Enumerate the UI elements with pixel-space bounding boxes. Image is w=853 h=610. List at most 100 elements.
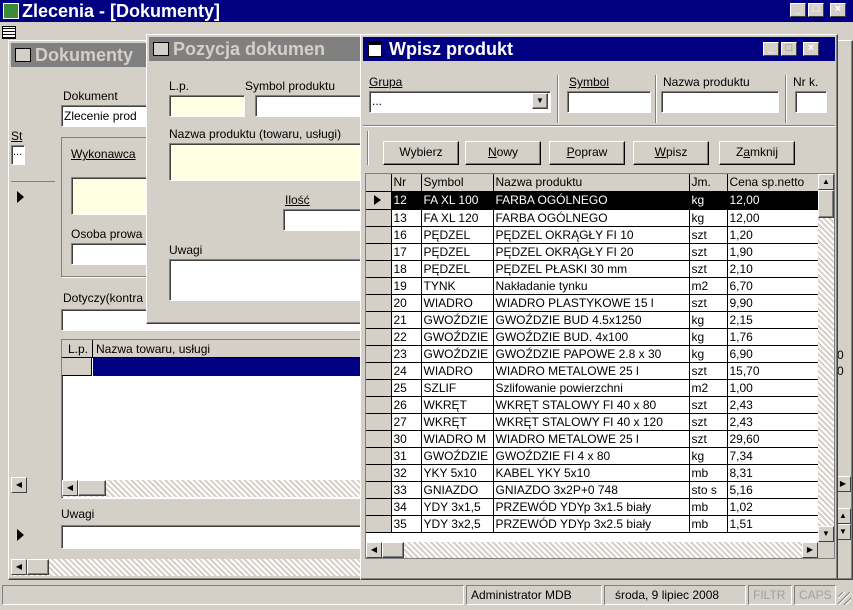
cell-jm[interactable]: m2 xyxy=(689,379,728,397)
cell-nr[interactable]: 27 xyxy=(391,413,422,431)
grupa-dropdown[interactable]: ... ▼ xyxy=(369,91,551,113)
cell-symbol[interactable]: PĘDZEL xyxy=(421,226,494,244)
cell-cena[interactable]: 12,00 xyxy=(727,191,819,210)
cell-jm[interactable]: szt xyxy=(689,226,728,244)
scroll-thumb[interactable] xyxy=(382,542,404,558)
cell-jm[interactable]: kg xyxy=(689,311,728,329)
row-selector[interactable] xyxy=(366,260,392,278)
minimize-button[interactable]: _ xyxy=(790,3,806,17)
cell-jm[interactable]: szt xyxy=(689,243,728,261)
cell-nazwa[interactable]: GNIAZDO 3x2P+0 748 xyxy=(493,481,690,499)
cell-cena[interactable]: 2,43 xyxy=(727,413,819,431)
cell-nr[interactable]: 13 xyxy=(391,209,422,227)
cell-jm[interactable]: kg xyxy=(689,209,728,227)
row-selector[interactable] xyxy=(366,226,392,244)
wybierz-button[interactable]: Wybierz xyxy=(383,141,459,165)
cell-nazwa[interactable]: GWOŹDZIE BUD. 4x100 xyxy=(493,328,690,346)
row-selector[interactable] xyxy=(366,396,392,414)
pozycja-ilosc-field[interactable] xyxy=(283,209,365,231)
scroll-up-icon[interactable]: ▲ xyxy=(818,174,834,190)
row-selector[interactable] xyxy=(366,515,392,533)
cell-cena[interactable]: 29,60 xyxy=(727,430,819,448)
cell-symbol[interactable]: TYNK xyxy=(421,277,494,295)
cell-jm[interactable]: szt xyxy=(689,362,728,380)
cell-jm[interactable]: mb xyxy=(689,464,728,482)
nazwa-search-field[interactable] xyxy=(661,91,779,113)
table-row[interactable]: 30 WIADRO M WIADRO METALOWE 25 l szt 29,60 xyxy=(366,430,819,448)
pozycja-lp-field[interactable] xyxy=(169,95,245,117)
table-row[interactable]: 31 GWOŹDZIE GWOŹDZIE FI 4 x 80 kg 7,34 xyxy=(366,447,819,465)
table-row[interactable]: 23 GWOŹDZIE GWOŹDZIE PAPOWE 2.8 x 30 kg 6,90 xyxy=(366,345,819,363)
cell-symbol[interactable]: GWOŹDZIE xyxy=(421,447,494,465)
items-grid-new-row[interactable] xyxy=(93,358,360,376)
cell-nr[interactable]: 30 xyxy=(391,430,422,448)
cell-nazwa[interactable]: PĘDZEL PŁASKI 30 mm xyxy=(493,260,690,278)
scroll-thumb[interactable] xyxy=(818,190,834,218)
cell-nazwa[interactable]: GWOŹDZIE PAPOWE 2.8 x 30 xyxy=(493,345,690,363)
row-selector[interactable] xyxy=(366,413,392,431)
row-selector[interactable] xyxy=(366,430,392,448)
cell-jm[interactable]: kg xyxy=(689,328,728,346)
cell-symbol[interactable]: FA XL 100 xyxy=(421,191,494,210)
cell-nr[interactable]: 34 xyxy=(391,498,422,516)
row-selector[interactable] xyxy=(366,328,392,346)
cell-nazwa[interactable]: WIADRO PLASTYKOWE 15 l xyxy=(493,294,690,312)
cell-symbol[interactable]: YDY 3x2,5 xyxy=(421,515,494,533)
cell-symbol[interactable]: WKRĘT xyxy=(421,396,494,414)
cell-nazwa[interactable]: FARBA OGÓLNEGO xyxy=(493,209,690,227)
cell-symbol[interactable]: GWOŹDZIE xyxy=(421,311,494,329)
pozycja-nazwa-field[interactable] xyxy=(169,143,365,181)
cell-nr[interactable]: 20 xyxy=(391,294,422,312)
cell-nr[interactable]: 32 xyxy=(391,464,422,482)
cell-cena[interactable]: 5,16 xyxy=(727,481,819,499)
row-selector[interactable] xyxy=(366,311,392,329)
row-selector[interactable] xyxy=(366,191,392,210)
popraw-button[interactable]: Popraw xyxy=(549,141,625,165)
cell-nazwa[interactable]: FARBA OGÓLNEGO xyxy=(493,191,690,210)
cell-cena[interactable]: 15,70 xyxy=(727,362,819,380)
cell-nazwa[interactable]: KABEL YKY 5x10 xyxy=(493,464,690,482)
cell-cena[interactable]: 6,70 xyxy=(727,277,819,295)
nrk-search-field[interactable] xyxy=(795,91,827,113)
cell-jm[interactable]: kg xyxy=(689,447,728,465)
cell-nazwa[interactable]: Szlifowanie powierzchni xyxy=(493,379,690,397)
col-header-cena[interactable]: Cena sp.netto xyxy=(727,174,819,192)
table-row[interactable]: 24 WIADRO WIADRO METALOWE 25 l szt 15,70 xyxy=(366,362,819,380)
cell-jm[interactable]: szt xyxy=(689,294,728,312)
scroll-left-icon[interactable]: ◀ xyxy=(11,477,27,493)
cell-cena[interactable]: 1,76 xyxy=(727,328,819,346)
cell-cena[interactable]: 7,34 xyxy=(727,447,819,465)
cell-cena[interactable]: 6,90 xyxy=(727,345,819,363)
cell-symbol[interactable]: YKY 5x10 xyxy=(421,464,494,482)
cell-nr[interactable]: 18 xyxy=(391,260,422,278)
row-selector[interactable] xyxy=(366,294,392,312)
row-selector[interactable] xyxy=(366,243,392,261)
row-selector[interactable] xyxy=(366,464,392,482)
cell-nr[interactable]: 25 xyxy=(391,379,422,397)
cell-jm[interactable]: szt xyxy=(689,396,728,414)
resize-grip-icon[interactable] xyxy=(838,592,851,605)
table-row[interactable]: 17 PĘDZEL PĘDZEL OKRĄGŁY FI 20 szt 1,90 xyxy=(366,243,819,261)
cell-jm[interactable]: mb xyxy=(689,515,728,533)
cell-symbol[interactable]: WIADRO xyxy=(421,362,494,380)
cell-nr[interactable]: 17 xyxy=(391,243,422,261)
table-row[interactable]: 20 WIADRO WIADRO PLASTYKOWE 15 l szt 9,90 xyxy=(366,294,819,312)
cell-cena[interactable]: 8,31 xyxy=(727,464,819,482)
maximize-button[interactable]: □ xyxy=(808,3,824,17)
cell-jm[interactable]: szt xyxy=(689,430,728,448)
cell-symbol[interactable]: PĘDZEL xyxy=(421,260,494,278)
col-header-symbol[interactable]: Symbol xyxy=(421,174,494,192)
cell-jm[interactable]: szt xyxy=(689,260,728,278)
col-header-nr[interactable]: Nr xyxy=(391,174,422,192)
cell-symbol[interactable]: FA XL 120 xyxy=(421,209,494,227)
scroll-left-icon[interactable]: ◀ xyxy=(11,559,27,575)
cell-jm[interactable]: szt xyxy=(689,413,728,431)
cell-nr[interactable]: 33 xyxy=(391,481,422,499)
record-selector-arrow[interactable] xyxy=(17,191,24,203)
cell-symbol[interactable]: WIADRO xyxy=(421,294,494,312)
cell-nazwa[interactable]: GWOŹDZIE BUD 4.5x1250 xyxy=(493,311,690,329)
pozycja-uwagi-field[interactable] xyxy=(169,259,365,301)
bottom-hscroll[interactable]: ◀ xyxy=(11,559,361,576)
table-row[interactable]: 35 YDY 3x2,5 PRZEWÓD YDYp 3x2.5 biały mb 1,5… xyxy=(366,515,819,533)
cell-nr[interactable]: 19 xyxy=(391,277,422,295)
